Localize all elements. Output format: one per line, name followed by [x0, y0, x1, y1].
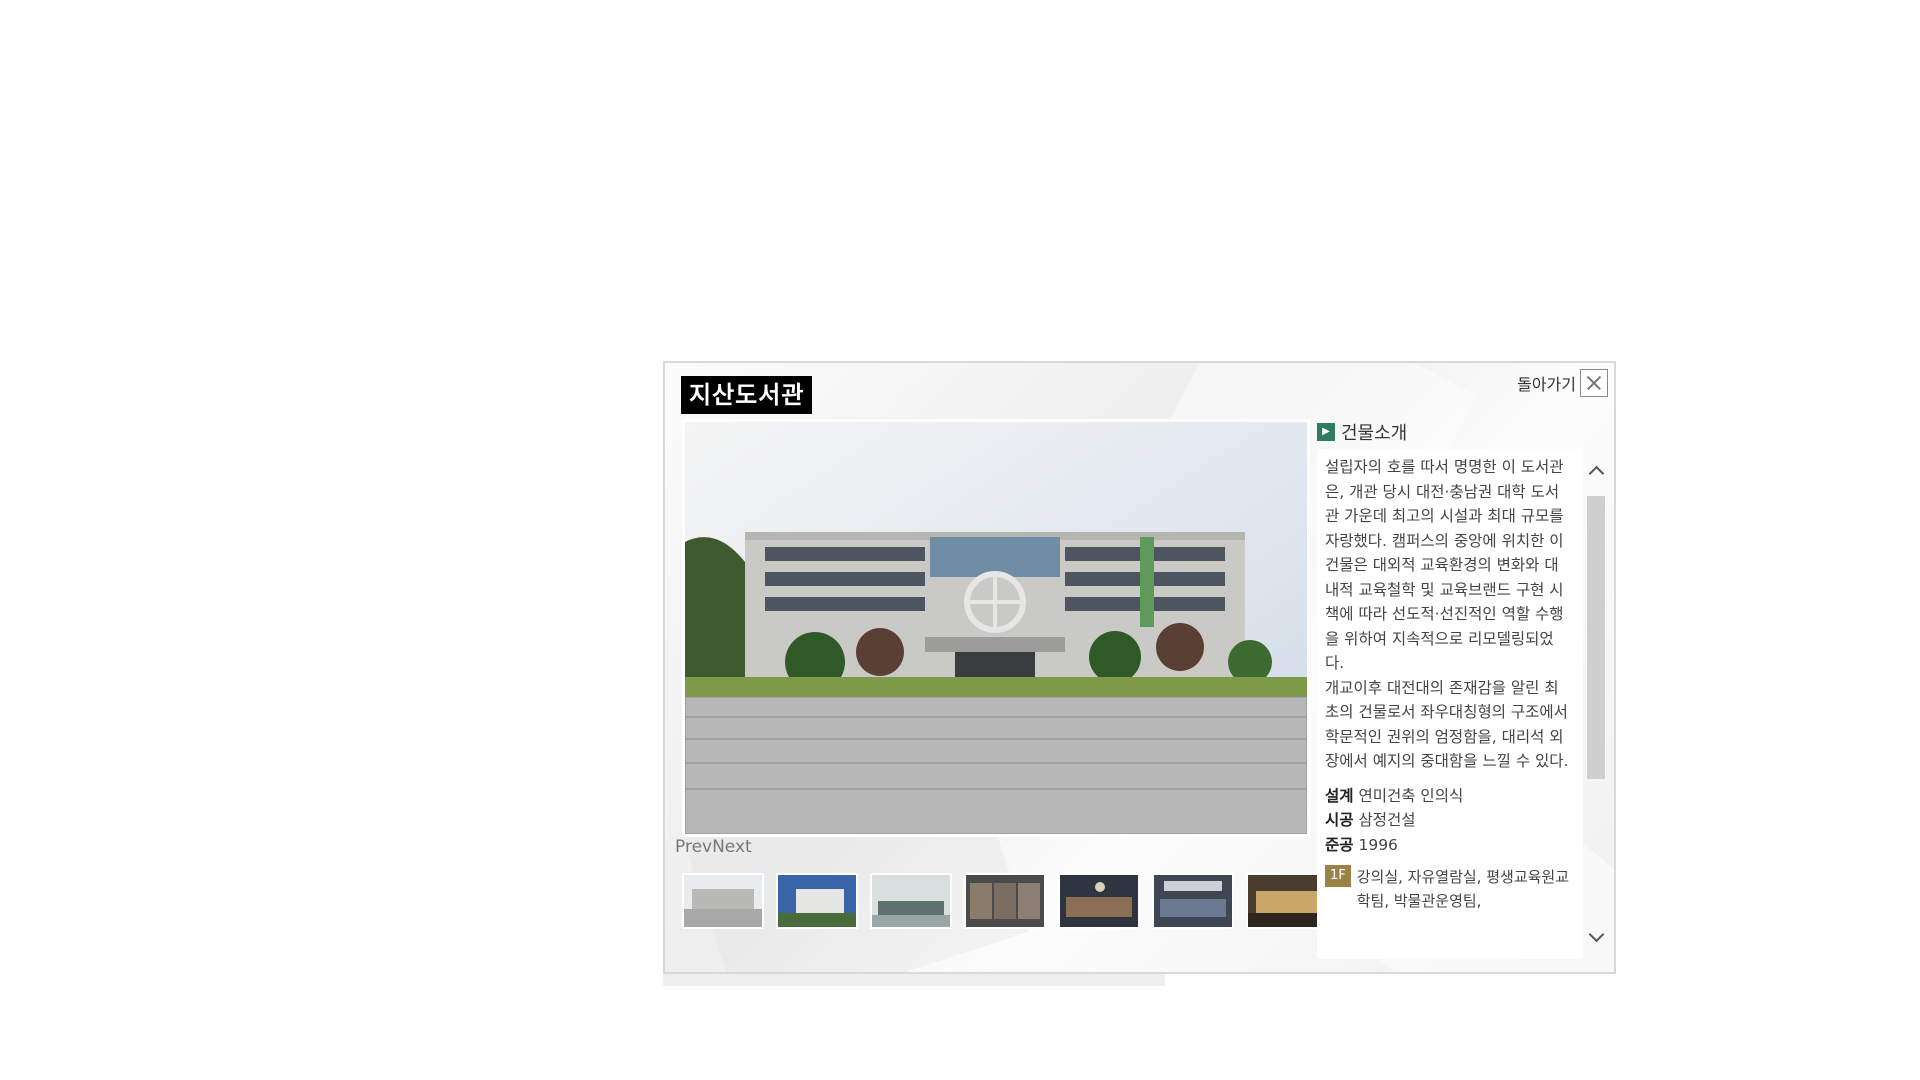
thumbnail-bookshelves[interactable]	[964, 873, 1046, 929]
description-paragraph: 개교이후 대전대의 존재감을 알린 최초의 건물로서 좌우대칭형의 구조에서 학…	[1325, 678, 1569, 771]
prev-button[interactable]: Prev	[675, 837, 712, 857]
back-control[interactable]: 돌아가기	[1517, 369, 1608, 397]
section-header: ▶ 건물소개	[1317, 419, 1407, 445]
scroll-thumb[interactable]	[1587, 496, 1605, 779]
arrow-right-icon: ▶	[1317, 423, 1335, 441]
floor-row: 1F 강의실, 자유열람실, 평생교육원교학팀, 박물관운영팀,	[1325, 865, 1571, 913]
completion-value: 1996	[1358, 835, 1398, 854]
main-building-photo	[682, 419, 1310, 837]
modal-shadow	[663, 974, 1165, 986]
next-button[interactable]: Next	[712, 837, 752, 857]
chevron-down-icon[interactable]	[1588, 929, 1604, 945]
chevron-up-icon[interactable]	[1588, 463, 1604, 479]
construction-label: 시공	[1325, 811, 1354, 829]
construction-value: 삼정건설	[1358, 811, 1416, 829]
construction-row: 시공 삼정건설	[1325, 808, 1571, 833]
thumbnail-reading-room[interactable]	[870, 873, 952, 929]
gallery-nav: PrevNext	[675, 837, 752, 857]
design-value: 연미건축 인의식	[1358, 786, 1464, 805]
completion-label: 준공	[1325, 835, 1354, 854]
design-label: 설계	[1325, 786, 1354, 805]
building-meta: 설계 연미건축 인의식 시공 삼정건설 준공 1996	[1325, 784, 1571, 858]
design-row: 설계 연미건축 인의식	[1325, 784, 1571, 809]
description-scrollbar[interactable]	[1585, 449, 1607, 959]
thumbnail-lounge[interactable]	[1152, 873, 1234, 929]
completion-row: 준공 1996	[1325, 833, 1571, 858]
building-modal: 지산도서관 돌아가기 PrevNext ▶ 건물소개 설립자의 호를 따서 명명…	[663, 361, 1616, 974]
thumbnail-strip	[682, 873, 1328, 929]
floor-badge: 1F	[1325, 865, 1351, 887]
thumbnail-library-front[interactable]	[682, 873, 764, 929]
close-icon[interactable]	[1580, 369, 1608, 397]
back-link[interactable]: 돌아가기	[1517, 371, 1576, 395]
floor-description: 강의실, 자유열람실, 평생교육원교학팀, 박물관운영팀,	[1356, 868, 1570, 910]
thumbnail-building-exterior[interactable]	[776, 873, 858, 929]
building-title: 지산도서관	[681, 376, 813, 414]
building-description-panel[interactable]: 설립자의 호를 따서 명명한 이 도서관은, 개관 당시 대전·충남권 대학 도…	[1317, 449, 1583, 959]
thumbnail-night-view[interactable]	[1246, 873, 1328, 929]
section-title: 건물소개	[1341, 423, 1408, 444]
thumbnail-study-hall[interactable]	[1058, 873, 1140, 929]
description-content: 설립자의 호를 따서 명명한 이 도서관은, 개관 당시 대전·충남권 대학 도…	[1317, 449, 1577, 913]
description-paragraph: 설립자의 호를 따서 명명한 이 도서관은, 개관 당시 대전·충남권 대학 도…	[1325, 458, 1564, 672]
